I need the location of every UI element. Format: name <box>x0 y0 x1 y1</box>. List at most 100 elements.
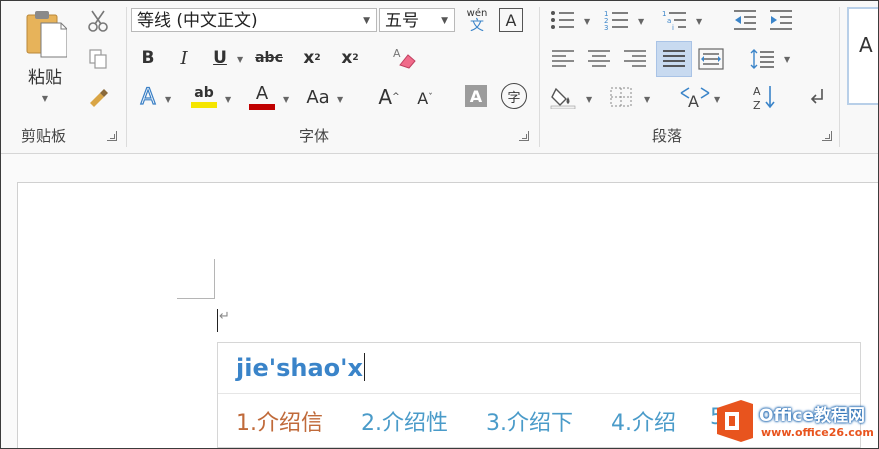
paragraph-mark-icon: ↵ <box>219 309 230 324</box>
font-color-bar <box>249 103 275 110</box>
ribbon: 粘贴 ▼ 剪贴板 等线 (中文正文) ▼ 五号 ▼ wén 文 A B I U … <box>1 1 878 154</box>
clipboard-group-label: 剪贴板 <box>21 127 67 145</box>
superscript-button[interactable]: x2 <box>335 45 365 71</box>
chinese-layout-button[interactable]: A <box>678 83 712 111</box>
increase-indent-icon <box>770 10 792 30</box>
distributed-icon <box>698 48 724 70</box>
enclose-characters-button[interactable]: 字 <box>501 83 527 109</box>
borders-button[interactable] <box>606 83 636 111</box>
paste-button[interactable]: 粘贴 ▼ <box>15 7 75 107</box>
chinese-layout-icon: A <box>680 87 710 109</box>
show-marks-button[interactable] <box>802 83 832 111</box>
copy-button[interactable] <box>83 45 113 73</box>
bold-button[interactable]: B <box>135 45 161 71</box>
change-case-label: Aa <box>306 86 330 108</box>
subscript-button[interactable]: x2 <box>297 45 327 71</box>
strikethrough-label: abc <box>255 50 283 66</box>
align-right-icon <box>624 50 646 67</box>
ime-candidate[interactable]: 2.介绍性 <box>361 405 448 437</box>
shading-dropdown-icon[interactable]: ▼ <box>586 95 592 104</box>
style-preview-label: A <box>859 33 873 57</box>
font-color-label: A <box>255 82 269 104</box>
character-shading-button[interactable]: A <box>465 85 487 107</box>
align-center-button[interactable] <box>584 45 614 73</box>
format-painter-icon <box>90 89 108 107</box>
line-spacing-button[interactable] <box>748 45 778 73</box>
align-left-icon <box>552 50 574 67</box>
distributed-button[interactable] <box>696 45 726 73</box>
underline-label: U <box>213 48 227 68</box>
paste-dropdown-icon[interactable]: ▼ <box>42 94 48 103</box>
shrink-font-button[interactable]: Aˇ <box>411 85 439 111</box>
paragraph-group-label: 段落 <box>652 127 683 145</box>
increase-indent-button[interactable] <box>766 7 796 33</box>
change-case-button[interactable]: Aa <box>301 83 335 111</box>
format-painter-button[interactable] <box>83 83 113 111</box>
scissors-icon <box>88 10 108 32</box>
ime-candidate[interactable]: 4.介绍 <box>611 405 676 437</box>
strikethrough-button[interactable]: abc <box>249 45 289 71</box>
character-shading-label: A <box>469 86 483 106</box>
ime-candidate[interactable]: 1.介绍信 <box>236 405 323 437</box>
grow-font-button[interactable]: A ^ <box>375 83 403 111</box>
character-border-button[interactable]: A <box>499 8 523 32</box>
font-launcher-icon[interactable] <box>519 131 529 141</box>
paint-bucket-icon <box>550 87 576 109</box>
font-name-value: 等线 (中文正文) <box>137 11 258 31</box>
clear-formatting-button[interactable]: A <box>389 43 419 73</box>
align-left-button[interactable] <box>548 45 578 73</box>
align-right-button[interactable] <box>620 45 650 73</box>
font-size-combo[interactable]: 五号 ▼ <box>379 8 455 32</box>
ime-composition: jie'shao'x <box>236 353 365 382</box>
highlight-button[interactable]: ab <box>189 81 219 111</box>
numbering-button[interactable]: 1 2 3 <box>602 7 632 33</box>
svg-text:i: i <box>672 24 674 31</box>
chevron-down-icon: ▼ <box>363 16 370 26</box>
highlight-label: ab <box>194 84 214 101</box>
borders-dropdown-icon[interactable]: ▼ <box>644 95 650 104</box>
clipboard-launcher-icon[interactable] <box>107 131 117 141</box>
eraser-icon: A <box>393 47 416 69</box>
bullets-dropdown-icon[interactable]: ▼ <box>584 17 590 26</box>
font-color-button[interactable]: A <box>247 81 277 111</box>
numbering-dropdown-icon[interactable]: ▼ <box>638 17 644 26</box>
multilevel-dropdown-icon[interactable]: ▼ <box>696 17 702 26</box>
subscript-base: x <box>303 48 315 68</box>
cut-button[interactable] <box>83 7 113 35</box>
line-spacing-icon <box>750 49 774 69</box>
underline-button[interactable]: U <box>207 45 233 71</box>
justify-button[interactable] <box>656 41 692 77</box>
styles-gallery[interactable]: A <box>847 7 878 105</box>
numbering-icon: 1 2 3 <box>604 10 628 31</box>
pinyin-guide-button[interactable]: wén 文 <box>461 5 493 35</box>
svg-text:A: A <box>688 92 699 109</box>
clipboard-group: 粘贴 ▼ 剪贴板 <box>1 1 126 153</box>
underline-dropdown-icon[interactable]: ▼ <box>237 55 243 64</box>
highlight-color-bar <box>191 101 217 108</box>
superscript-mark: 2 <box>352 53 359 63</box>
font-color-dropdown-icon[interactable]: ▼ <box>283 95 289 104</box>
chevron-down-icon: ▼ <box>441 16 448 26</box>
paragraph-launcher-icon[interactable] <box>822 131 832 141</box>
bullets-button[interactable] <box>548 7 578 33</box>
sort-button[interactable]: A Z <box>750 81 780 113</box>
shading-button[interactable] <box>548 83 580 111</box>
change-case-dropdown-icon[interactable]: ▼ <box>337 95 343 104</box>
watermark-url: www.office26.com <box>761 426 874 439</box>
decrease-indent-button[interactable] <box>730 7 760 33</box>
line-spacing-dropdown-icon[interactable]: ▼ <box>784 55 790 64</box>
text-effects-button[interactable]: A <box>135 83 161 111</box>
svg-text:1: 1 <box>662 10 666 18</box>
pinyin-guide-bottom: 文 <box>470 18 484 34</box>
margin-crop-mark <box>214 259 215 299</box>
text-effects-dropdown-icon[interactable]: ▼ <box>165 95 171 104</box>
group-divider <box>839 7 840 147</box>
sort-icon: A Z <box>753 85 775 111</box>
multilevel-list-button[interactable]: 1 a i <box>660 7 690 33</box>
highlight-dropdown-icon[interactable]: ▼ <box>225 95 231 104</box>
italic-button[interactable]: I <box>171 45 197 71</box>
multilevel-list-icon: 1 a i <box>662 10 686 31</box>
chinese-layout-dropdown-icon[interactable]: ▼ <box>714 95 720 104</box>
ime-candidate[interactable]: 3.介绍下 <box>486 405 573 437</box>
font-name-combo[interactable]: 等线 (中文正文) ▼ <box>131 8 377 32</box>
